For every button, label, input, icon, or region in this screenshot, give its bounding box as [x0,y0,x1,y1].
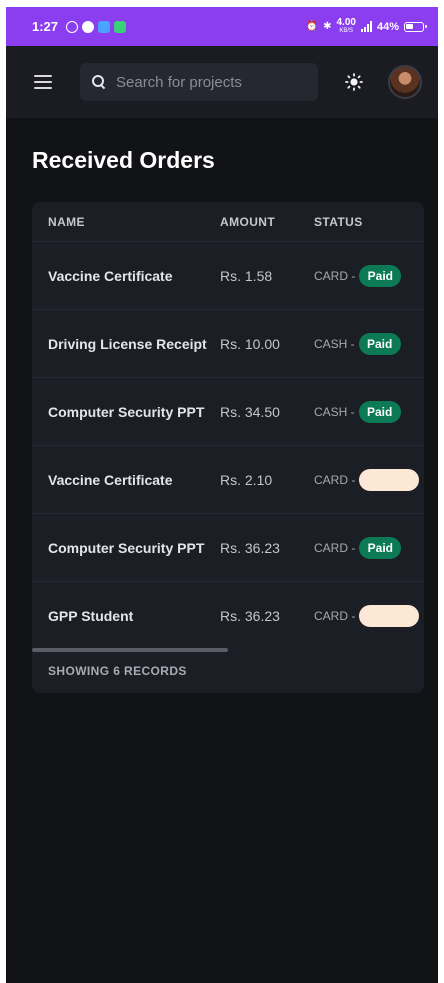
order-name: Vaccine Certificate [48,267,173,284]
orders-table-card: NAME AMOUNT STATUS Vaccine Certificate R… [32,202,424,693]
theme-toggle-sun-icon[interactable] [344,72,364,92]
order-status: CARD - [314,605,424,627]
status-time: 1:27 [32,19,59,34]
bluetooth-icon: ✱ [323,21,332,32]
network-rate: 4.00 KB/S [336,16,356,35]
status-badge: Paid [359,264,402,287]
table-row[interactable]: Vaccine Certificate Rs. 1.58 CARD - Paid [32,242,424,310]
status-right: ⏰ ✱ 4.00 KB/S 44% [305,16,427,35]
order-name: Computer Security PPT [48,539,205,556]
order-amount: Rs. 36.23 [220,608,280,624]
menu-icon[interactable] [34,75,52,89]
column-header-name: NAME [48,214,85,229]
status-badge: Paid [359,536,402,559]
table-row[interactable]: Driving License Receipt Rs. 10.00 CASH -… [32,310,424,378]
order-name: Driving License Receipt [48,335,207,352]
status-badge: Paid [358,400,401,423]
order-amount: Rs. 2.10 [220,471,273,488]
order-status: CASH - Paid [314,332,424,355]
order-amount: Rs. 10.00 [220,335,280,352]
column-header-amount: AMOUNT [220,214,276,229]
page-title: Received Orders [32,147,215,173]
network-rate-value: 4.00 [336,16,356,28]
whatsapp-icon [66,20,79,33]
order-status: CARD - Paid [314,264,424,287]
search-bar[interactable] [80,63,318,101]
horizontal-scrollbar[interactable] [32,648,228,652]
order-amount: Rs. 1.58 [220,267,273,284]
records-count: SHOWING 6 RECORDS [48,664,187,678]
table-header: NAME AMOUNT STATUS [32,202,424,242]
payment-method: CARD - [314,609,356,623]
user-avatar[interactable] [388,65,422,99]
order-name: Computer Security PPT [48,403,205,420]
order-status: CARD - [314,468,424,491]
notification-icons [66,20,127,33]
status-badge: Paid [358,332,401,355]
search-icon [92,75,106,89]
table-row[interactable]: Computer Security PPT Rs. 36.23 CARD - P… [32,514,424,582]
alarm-icon: ⏰ [305,21,319,32]
payment-method: CASH - [314,336,355,351]
network-rate-unit: KB/S [339,27,354,34]
table-row[interactable]: GPP Student Rs. 36.23 CARD - [32,582,424,650]
payment-method: CARD - [314,268,356,283]
table-row[interactable]: Vaccine Certificate Rs. 2.10 CARD - [32,446,424,514]
status-badge [359,605,420,627]
phone-screen: 1:27 ⏰ ✱ 4.00 KB/S 44% Search for projec… [6,7,438,983]
search-input[interactable] [116,73,306,91]
chat-app-icon [98,20,111,33]
payment-method: CASH - [314,404,355,419]
order-status: CASH - Paid [314,400,424,423]
signal-icon [360,21,372,32]
status-badge [359,468,420,491]
payment-method: CARD - [314,540,356,555]
order-amount: Rs. 34.50 [220,403,280,420]
battery-icon [404,21,427,32]
top-header [6,46,438,118]
status-bar: 1:27 ⏰ ✱ 4.00 KB/S 44% [6,7,438,46]
battery-percent: 44% [376,20,399,33]
order-amount: Rs. 36.23 [220,539,280,556]
column-header-status: STATUS [314,214,363,229]
order-status: CARD - Paid [314,536,424,559]
table-row[interactable]: Computer Security PPT Rs. 34.50 CASH - P… [32,378,424,446]
payment-method: CARD - [314,472,356,487]
order-name: Vaccine Certificate [48,471,173,488]
order-name: GPP Student [48,608,134,624]
messenger-icon [82,20,95,33]
phone-app-icon [114,20,127,33]
